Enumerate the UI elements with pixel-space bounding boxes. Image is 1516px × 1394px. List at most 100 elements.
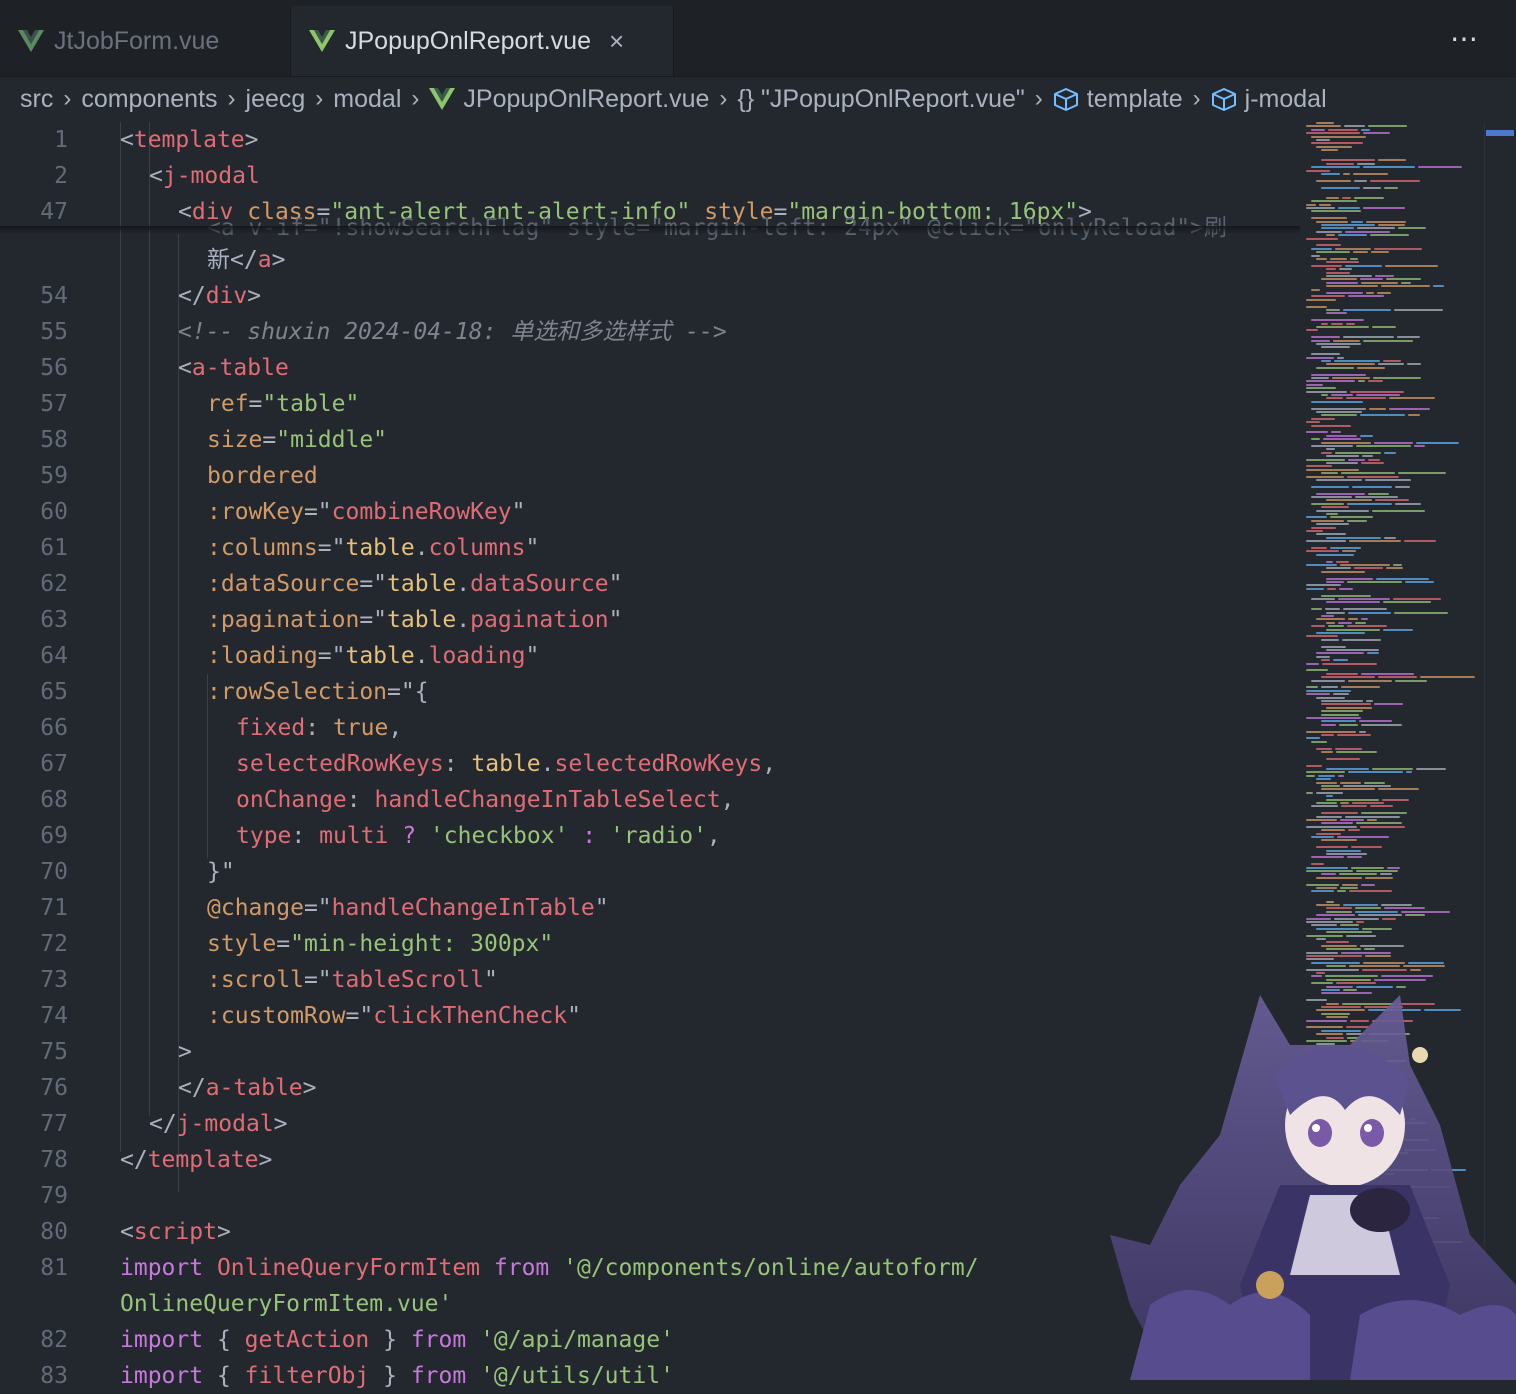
minimap-line — [1374, 247, 1422, 250]
code-line[interactable]: 1 <template> — [0, 122, 1300, 158]
code-line[interactable]: 新</a> — [0, 242, 1300, 278]
code-line[interactable]: OnlineQueryFormItem.vue' — [0, 1286, 1300, 1322]
minimap-line — [1386, 567, 1404, 570]
code-line[interactable]: 61:columns="table.columns" — [0, 530, 1300, 566]
code-line[interactable]: 60:rowKey="combineRowKey" — [0, 494, 1300, 530]
code-line[interactable]: 77 </j-modal> — [0, 1106, 1300, 1142]
minimap-line — [1306, 169, 1330, 172]
minimap-line — [1316, 652, 1364, 655]
minimap-line — [1321, 278, 1358, 281]
code-line[interactable]: 62:dataSource="table.dataSource" — [0, 566, 1300, 602]
minimap-line — [1374, 275, 1395, 277]
code-line[interactable]: 57 ref="table" — [0, 386, 1300, 422]
more-actions-icon[interactable]: ⋯ — [1450, 22, 1480, 55]
code-token: " — [511, 499, 526, 525]
breadcrumb-item-modal[interactable]: modal — [333, 85, 401, 114]
minimap-line — [1344, 815, 1401, 818]
code-line[interactable]: 59 bordered — [0, 458, 1300, 494]
code-line[interactable]: 68 onChange: handleChangeInTableSelect, — [0, 782, 1300, 818]
line-number: 80 — [40, 1219, 68, 1245]
breadcrumb-item-components[interactable]: components — [81, 85, 217, 114]
code-line[interactable]: 70}" — [0, 854, 1300, 890]
minimap-line — [1306, 125, 1342, 128]
code-line[interactable]: 54 </div> — [0, 278, 1300, 314]
minimap-line — [1377, 788, 1419, 791]
minimap-line — [1378, 363, 1404, 366]
minimap-line — [1343, 904, 1379, 906]
code-text: <!-- shuxin 2024-04-18: 单选和多选样式 --> — [178, 314, 727, 350]
code-text: :pagination="table.pagination" — [207, 602, 622, 638]
code-line[interactable]: 74:customRow="clickThenCheck" — [0, 998, 1300, 1034]
minimap-line — [1363, 207, 1406, 209]
minimap-line — [1316, 258, 1328, 260]
code-line[interactable]: 64:loading="table.loading" — [0, 638, 1300, 674]
breadcrumb-item-src[interactable]: src — [20, 85, 53, 114]
breadcrumb-item-template[interactable]: template — [1053, 85, 1183, 114]
minimap-line — [1311, 438, 1321, 441]
code-line[interactable]: 81 import OnlineQueryFormItem from '@/com… — [0, 1250, 1300, 1286]
minimap-line — [1326, 499, 1372, 502]
code-line[interactable]: 2 <j-modal — [0, 158, 1300, 194]
minimap-line — [1326, 900, 1335, 903]
minimap-line — [1347, 475, 1400, 478]
code-text: :dataSource="table.dataSource" — [207, 566, 622, 602]
minimap-line — [1321, 839, 1357, 842]
minimap-line — [1326, 910, 1353, 913]
minimap-line — [1357, 227, 1395, 230]
code-token: < — [178, 355, 192, 381]
close-icon[interactable]: × — [609, 26, 624, 57]
code-token: :columns — [207, 535, 318, 561]
minimap-line — [1326, 434, 1358, 437]
tab-jtjobform[interactable]: JtJobForm.vue — [0, 6, 290, 76]
code-line[interactable]: 76 </a-table> — [0, 1070, 1300, 1106]
code-line[interactable]: 75 > — [0, 1034, 1300, 1070]
minimap-line — [1360, 672, 1414, 675]
minimap-line — [1321, 638, 1339, 641]
code-line[interactable]: 80 <script> — [0, 1214, 1300, 1250]
code-line[interactable]: 73:scroll="tableScroll" — [0, 962, 1300, 998]
minimap-line — [1306, 934, 1343, 937]
code-text: :columns="table.columns" — [207, 530, 539, 566]
code-line[interactable]: 83 import { filterObj } from '@/utils/uti… — [0, 1358, 1300, 1394]
code-line[interactable]: 82 import { getAction } from '@/api/manag… — [0, 1322, 1300, 1358]
tab-jpopuponlreport[interactable]: JPopupOnlReport.vue × — [290, 6, 674, 76]
breadcrumb-item-file[interactable]: JPopupOnlReport.vue — [429, 85, 709, 114]
minimap-line — [1321, 720, 1356, 723]
code-token: import — [120, 1255, 217, 1281]
breadcrumb-label: JPopupOnlReport.vue — [463, 84, 710, 113]
minimap-line — [1326, 268, 1337, 271]
code-line[interactable]: 66 fixed: true, — [0, 710, 1300, 746]
minimap-line — [1386, 278, 1421, 281]
code-token: } — [369, 1327, 411, 1353]
code-text: :scroll="tableScroll" — [207, 962, 498, 998]
code-line[interactable]: 55 <!-- shuxin 2024-04-18: 单选和多选样式 --> — [0, 314, 1300, 350]
breadcrumb-item-module[interactable]: {} "JPopupOnlReport.vue" — [737, 85, 1024, 114]
code-line[interactable]: 63:pagination="table.pagination" — [0, 602, 1300, 638]
minimap-line — [1311, 217, 1348, 220]
breadcrumb-item-jeecg[interactable]: jeecg — [246, 85, 306, 114]
code-line[interactable]: 78 </template> — [0, 1142, 1300, 1178]
code-line[interactable]: 56 <a-table — [0, 350, 1300, 386]
line-number: 59 — [40, 463, 68, 489]
minimap-line — [1348, 771, 1403, 774]
minimap-line — [1327, 625, 1344, 628]
minimap-line — [1306, 774, 1316, 777]
minimap-line — [1316, 230, 1342, 233]
code-line[interactable]: 67 selectedRowKeys: table.selectedRowKeys… — [0, 746, 1300, 782]
breadcrumb-item-j-modal[interactable]: j-modal — [1211, 85, 1327, 114]
line-number: 60 — [40, 499, 68, 525]
minimap-line — [1361, 618, 1369, 621]
minimap-line — [1333, 917, 1380, 920]
code-token: : — [291, 823, 320, 849]
code-line[interactable]: 69 type: multi ? 'checkbox' : 'radio', — [0, 818, 1300, 854]
minimap-line — [1321, 645, 1347, 648]
code-line[interactable]: 79 — [0, 1178, 1300, 1214]
code-line[interactable]: 58 size="middle" — [0, 422, 1300, 458]
minimap-line — [1316, 220, 1349, 223]
code-line[interactable]: 72 style="min-height: 300px" — [0, 926, 1300, 962]
minimap-line — [1311, 353, 1340, 356]
code-token: : — [443, 751, 472, 777]
code-line[interactable]: 71 @change="handleChangeInTable" — [0, 890, 1300, 926]
scrollbar-thumb[interactable] — [1486, 130, 1514, 136]
code-line[interactable]: 65:rowSelection="{ — [0, 674, 1300, 710]
